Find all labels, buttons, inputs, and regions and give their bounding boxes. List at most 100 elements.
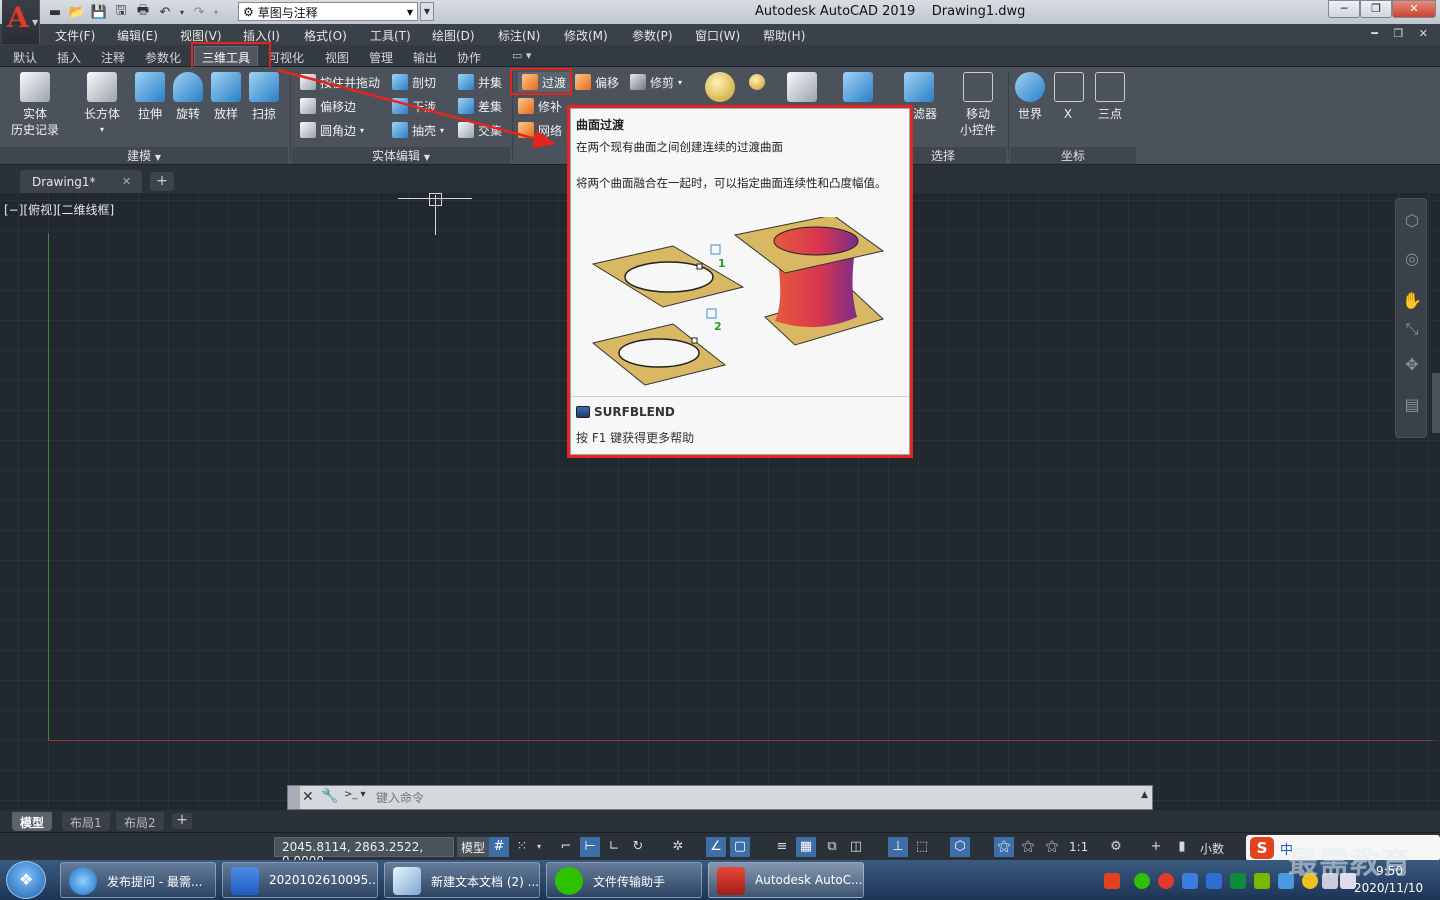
modeling-panel-title[interactable]: 建模 ▼ xyxy=(0,147,288,164)
sweep-button[interactable]: 扫掠 xyxy=(248,72,280,122)
dynamic-input-icon[interactable]: ⌐ xyxy=(556,837,576,857)
ucs-3point-button[interactable]: 三点 xyxy=(1094,72,1126,122)
object-snap-tracking-icon[interactable]: ✲ xyxy=(668,837,688,857)
dynamic-ucs-icon[interactable]: ⊥ xyxy=(888,837,908,857)
tab-manage[interactable]: 管理 xyxy=(369,49,393,66)
redo-icon[interactable]: ↷ xyxy=(190,3,208,21)
command-history-button[interactable]: ▲ xyxy=(1141,790,1148,800)
menu-edit[interactable]: 编辑(E) xyxy=(117,27,158,44)
solid-history-button[interactable]: 实体 历史记录 xyxy=(8,72,62,138)
viewport-controls-label[interactable]: [−][俯视][二维线框] xyxy=(4,201,114,218)
orbit-icon[interactable]: ✥ xyxy=(1402,355,1422,375)
transparency-icon[interactable]: ▦ xyxy=(796,837,816,857)
box-button[interactable]: 长方体 ▾ xyxy=(80,72,124,138)
offset-edge-button[interactable]: 偏移边 xyxy=(300,96,356,116)
coordinate-readout[interactable]: 2045.8114, 2863.2522, 0.0000 xyxy=(274,837,454,868)
menu-help[interactable]: 帮助(H) xyxy=(763,27,805,44)
menu-format[interactable]: 格式(O) xyxy=(304,27,347,44)
tab-view[interactable]: 视图 xyxy=(325,49,349,66)
solid-edit-panel-title[interactable]: 实体编辑 ▼ xyxy=(292,147,510,164)
wechat-tray-icon[interactable] xyxy=(1134,873,1150,889)
open-file-icon[interactable]: 📂 xyxy=(68,3,86,21)
tab-layout1[interactable]: 布局1 xyxy=(62,812,110,831)
annotation-visibility-icon[interactable]: ⚝ xyxy=(994,837,1014,857)
security-tray-icon[interactable] xyxy=(1182,873,1198,889)
close-icon[interactable]: ✕ xyxy=(122,175,131,188)
tab-collaborate[interactable]: 协作 xyxy=(457,49,481,66)
taskbar-item-autocad[interactable]: Autodesk AutoC... xyxy=(708,862,864,898)
intersect-button[interactable]: 交集 xyxy=(458,120,502,140)
surface-network-button[interactable]: 网络 xyxy=(518,120,562,140)
undo-dropdown-icon[interactable]: ▾ xyxy=(178,3,186,21)
2d-osnap-icon[interactable]: ▢ xyxy=(730,837,750,857)
mesh-add-button[interactable] xyxy=(749,72,765,92)
menu-draw[interactable]: 绘图(D) xyxy=(432,27,475,44)
ucs-x-button[interactable]: X xyxy=(1054,72,1084,122)
wrench-icon[interactable]: 🔧 xyxy=(321,788,338,804)
selection-cycling-icon[interactable]: ⧉ xyxy=(822,837,842,857)
3d-osnap-icon[interactable]: ◫ xyxy=(846,837,866,857)
taskbar-item-doc[interactable]: 2020102610095... xyxy=(222,862,378,898)
presspull-button[interactable]: 按住并拖动 xyxy=(300,72,380,92)
subtract-button[interactable]: 差集 xyxy=(458,96,502,116)
move-gizmo-button[interactable]: 移动 小控件 xyxy=(955,72,1001,138)
surface-trim-button[interactable]: 修剪 ▾ xyxy=(630,72,682,92)
extrude-button[interactable]: 拉伸 xyxy=(134,72,166,122)
tab-default[interactable]: 默认 xyxy=(13,49,37,66)
app-tray-icon[interactable] xyxy=(1230,873,1246,889)
ucs-world-button[interactable]: 世界 xyxy=(1014,72,1046,122)
command-input[interactable] xyxy=(376,789,1136,806)
annotation-scale-icon[interactable]: ⚝ xyxy=(1042,837,1062,857)
tab-drawing1[interactable]: Drawing1* ✕ xyxy=(20,170,142,193)
workspace-select[interactable]: ⚙ 草图与注释 ▼ xyxy=(238,2,418,21)
minimize-button[interactable]: ─ xyxy=(1328,0,1360,18)
shell-button[interactable]: 抽壳 ▾ xyxy=(392,120,444,140)
culling-button[interactable] xyxy=(840,72,876,106)
menu-file[interactable]: 文件(F) xyxy=(55,27,95,44)
close-button[interactable]: ✕ xyxy=(1392,0,1436,18)
steering-wheel-icon[interactable]: ◎ xyxy=(1402,249,1422,269)
taskbar-item-wechat[interactable]: 文件传输助手 xyxy=(546,862,702,898)
tab-layout2[interactable]: 布局2 xyxy=(116,812,164,831)
tab-annotate[interactable]: 注释 xyxy=(101,49,125,66)
mesh-sphere-button[interactable] xyxy=(703,72,737,106)
clock-date[interactable]: 2020/11/10 xyxy=(1354,881,1423,895)
save-as-icon[interactable]: 🖫 xyxy=(112,3,130,21)
tab-visualize[interactable]: 可视化 xyxy=(268,49,304,66)
new-drawing-tab-button[interactable]: + xyxy=(150,172,174,191)
canvas-scrollbar[interactable] xyxy=(1432,373,1440,433)
network-drive-tray-icon[interactable] xyxy=(1206,873,1222,889)
fillet-edge-button[interactable]: 圆角边 ▾ xyxy=(300,120,364,140)
menu-window[interactable]: 窗口(W) xyxy=(695,27,740,44)
showmotion-icon[interactable]: ▤ xyxy=(1402,395,1422,415)
interfere-button[interactable]: 干涉 xyxy=(392,96,436,116)
new-layout-button[interactable]: + xyxy=(172,813,192,829)
ortho-icon[interactable]: ⊢ xyxy=(580,837,600,857)
coordinates-panel-title[interactable]: 坐标 xyxy=(1010,147,1136,164)
qat-customize-button[interactable]: ▼ xyxy=(420,2,434,21)
start-button[interactable]: ❖ xyxy=(6,861,46,899)
restore-button[interactable]: ❐ xyxy=(1360,0,1392,18)
grid-icon[interactable]: # xyxy=(489,837,509,857)
tab-model[interactable]: 模型 xyxy=(12,812,53,831)
model-space-button[interactable]: 模型 xyxy=(457,837,490,857)
taskbar-item-notepad[interactable]: 新建文本文档 (2) ... xyxy=(384,862,540,898)
new-file-icon[interactable]: ▬ xyxy=(46,3,64,21)
print-icon[interactable]: 🖶 xyxy=(134,3,152,21)
slice-button[interactable]: 剖切 xyxy=(392,72,436,92)
surface-offset-button[interactable]: 偏移 xyxy=(575,72,619,92)
weibo-tray-icon[interactable] xyxy=(1158,873,1174,889)
surface-patch-button[interactable]: 修补 xyxy=(518,96,562,116)
annotation-scale-value[interactable]: 1:1 xyxy=(1069,840,1088,854)
polar-icon[interactable]: ∟ xyxy=(604,837,624,857)
snap-icon[interactable]: ⁙ xyxy=(512,837,532,857)
command-prompt-icon[interactable]: >_ ▾ xyxy=(344,789,370,806)
ribbon-display-toggle-icon[interactable]: ▭ ▾ xyxy=(512,49,531,62)
taskbar-item-ie[interactable]: 发布提问 - 最需... xyxy=(60,862,216,898)
lineweight-icon[interactable]: ≡ xyxy=(772,837,792,857)
gizmo-icon[interactable]: ⬡ xyxy=(950,837,970,857)
save-icon[interactable]: 💾 xyxy=(90,3,108,21)
gear-icon[interactable]: ⚙ xyxy=(1106,837,1126,857)
menu-parametric[interactable]: 参数(P) xyxy=(632,27,673,44)
redo-dropdown-icon[interactable]: ▾ xyxy=(212,3,220,21)
